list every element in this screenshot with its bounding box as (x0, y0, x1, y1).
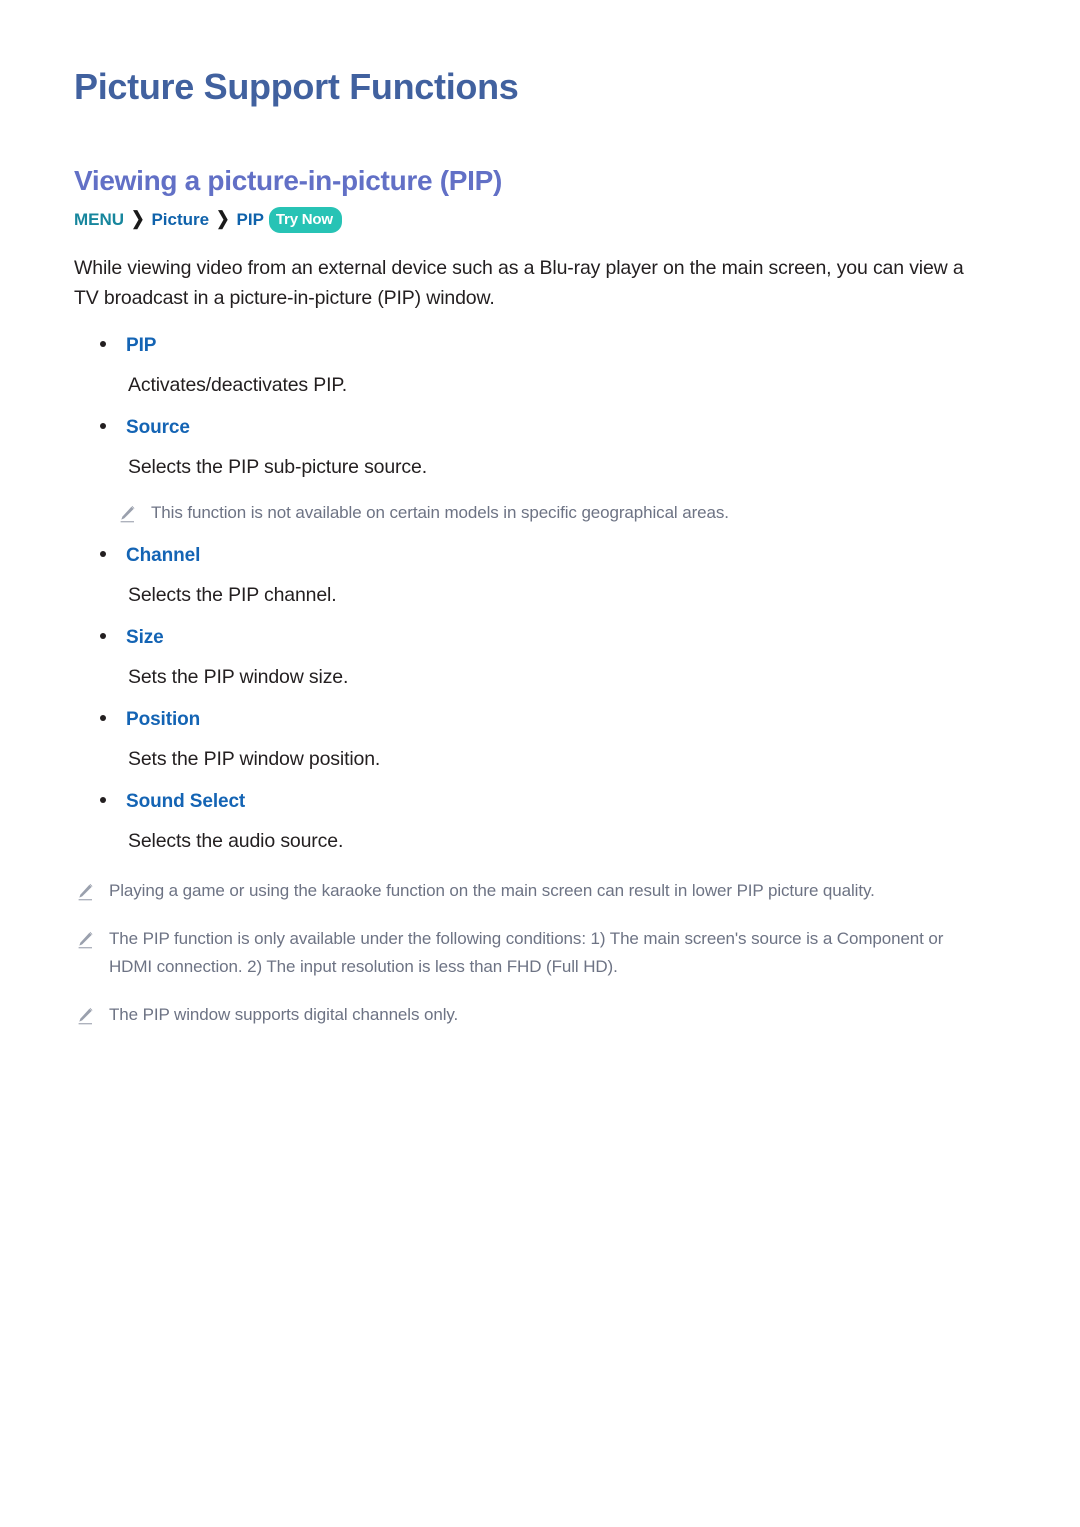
bullet-icon (74, 625, 126, 651)
page-title: Picture Support Functions (74, 66, 519, 107)
option-label: Size (126, 626, 164, 648)
bullet-icon (74, 543, 126, 569)
pencil-note-icon (74, 1006, 109, 1028)
option-description: Selects the PIP channel. (128, 583, 337, 606)
try-now-badge[interactable]: Try Now (268, 206, 342, 233)
footnote: The PIP window supports digital channels… (74, 1001, 1006, 1029)
list-item: Position Sets the PIP window position. (74, 707, 1006, 773)
note-text: This function is not available on certai… (151, 502, 729, 522)
option-label: Position (126, 708, 201, 730)
breadcrumb-item-menu[interactable]: MENU (74, 209, 124, 231)
intro-paragraph: While viewing video from an external dev… (74, 256, 964, 309)
chevron-right-icon: ❯ (216, 209, 230, 229)
bullet-icon (74, 707, 126, 733)
document-page: Picture Support Functions Viewing a pict… (0, 0, 1080, 1527)
option-description: Activates/deactivates PIP. (128, 373, 348, 396)
pencil-note-icon (116, 504, 151, 526)
option-label: Sound Select (126, 790, 246, 812)
pencil-note-icon (74, 930, 109, 952)
footnote-list: Playing a game or using the karaoke func… (74, 877, 1006, 1029)
breadcrumb-item-pip[interactable]: PIP (237, 209, 264, 231)
footnote: The PIP function is only available under… (74, 925, 1006, 981)
chevron-right-icon: ❯ (131, 209, 145, 229)
option-description: Sets the PIP window position. (128, 747, 381, 770)
list-item: Source Selects the PIP sub-picture sourc… (74, 415, 1006, 527)
option-description: Selects the audio source. (128, 829, 344, 852)
option-label: PIP (126, 334, 157, 356)
footnote-text: Playing a game or using the karaoke func… (109, 880, 875, 900)
footnote: Playing a game or using the karaoke func… (74, 877, 1006, 905)
option-label: Channel (126, 544, 201, 566)
option-label: Source (126, 416, 190, 438)
breadcrumb-item-picture[interactable]: Picture (151, 209, 209, 231)
option-description: Sets the PIP window size. (128, 665, 349, 688)
footnote-text: The PIP window supports digital channels… (109, 1004, 459, 1024)
option-description: Selects the PIP sub-picture source. (128, 455, 427, 478)
bullet-icon (74, 415, 126, 441)
list-item: Sound Select Selects the audio source. (74, 789, 1006, 855)
footnote-text: The PIP function is only available under… (109, 928, 944, 976)
option-list: PIP Activates/deactivates PIP. Source Se… (74, 333, 1006, 855)
list-item: Size Sets the PIP window size. (74, 625, 1006, 691)
list-item: PIP Activates/deactivates PIP. (74, 333, 1006, 399)
bullet-icon (74, 789, 126, 815)
option-note: This function is not available on certai… (116, 499, 1006, 527)
breadcrumb: MENU ❯ Picture ❯ PIP Try Now (74, 206, 1006, 233)
list-item: Channel Selects the PIP channel. (74, 543, 1006, 609)
bullet-icon (74, 333, 126, 359)
section-title: Viewing a picture-in-picture (PIP) (74, 165, 503, 197)
pencil-note-icon (74, 882, 109, 904)
